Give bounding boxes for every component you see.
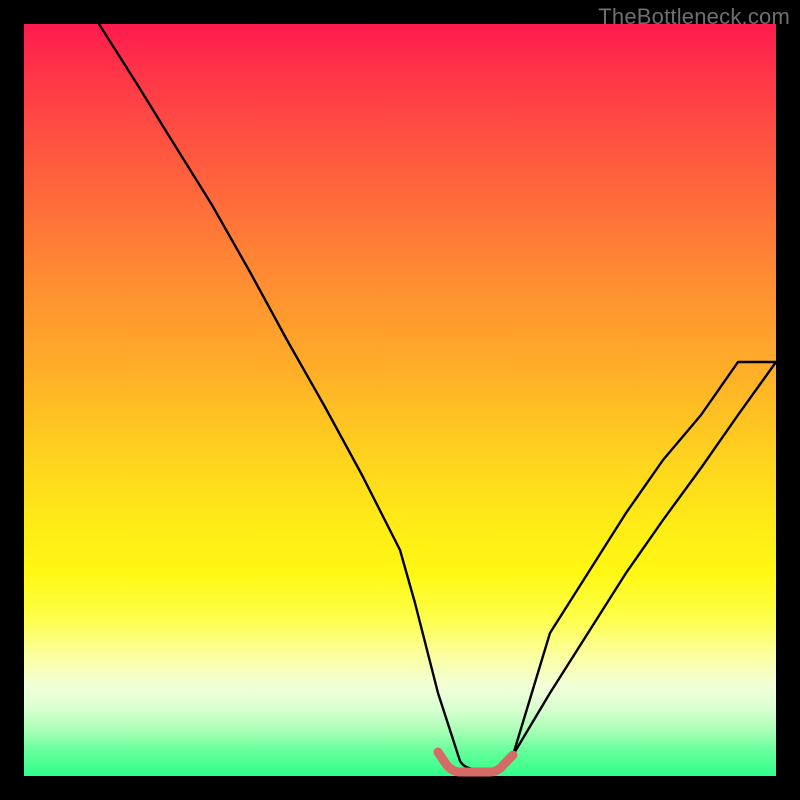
chart-plot-area — [24, 24, 776, 776]
flat-highlight — [24, 24, 776, 776]
highlight-path — [438, 752, 513, 772]
chart-frame: TheBottleneck.com — [0, 0, 800, 800]
watermark-text: TheBottleneck.com — [598, 4, 790, 30]
